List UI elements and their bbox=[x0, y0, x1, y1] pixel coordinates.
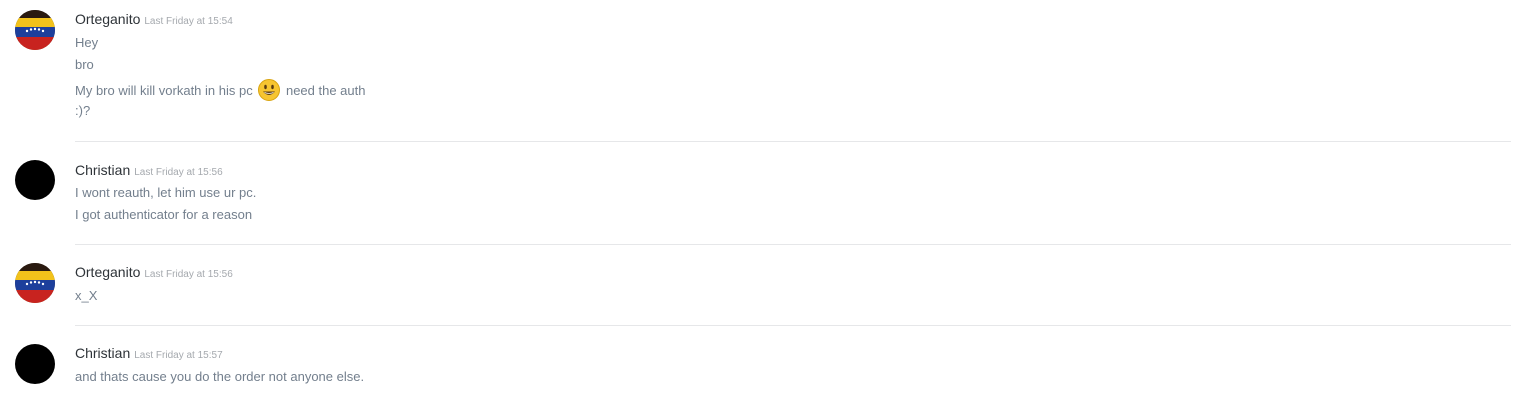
message-header: Orteganito Last Friday at 15:56 bbox=[75, 264, 233, 282]
message-header: Orteganito Last Friday at 15:54 bbox=[75, 11, 233, 29]
message-divider bbox=[75, 141, 1511, 142]
flag-face-avatar-image bbox=[15, 10, 55, 50]
message-header: Christian Last Friday at 15:57 bbox=[75, 345, 223, 363]
message-text-after: need the auth bbox=[285, 83, 366, 98]
message-text: I got authenticator for a reason bbox=[75, 207, 253, 222]
chat-messages: Orteganito Last Friday at 15:54 Hey bro M… bbox=[0, 0, 1513, 403]
message-text: x_X bbox=[75, 288, 98, 303]
timestamp: Last Friday at 15:56 bbox=[134, 167, 223, 178]
smiley-emoji-icon bbox=[258, 79, 281, 101]
message-text: I wont reauth, let him use ur pc. bbox=[75, 185, 257, 200]
avatar[interactable] bbox=[15, 10, 55, 50]
username[interactable]: Orteganito bbox=[75, 264, 140, 280]
message-divider bbox=[75, 325, 1511, 326]
message-header: Christian Last Friday at 15:56 bbox=[75, 162, 223, 180]
avatar[interactable] bbox=[15, 160, 55, 200]
timestamp: Last Friday at 15:57 bbox=[134, 350, 223, 361]
avatar[interactable] bbox=[15, 344, 55, 384]
message-text: :)? bbox=[75, 103, 91, 118]
flag-face-avatar-image bbox=[15, 263, 55, 303]
message-text: Hey bbox=[75, 35, 99, 50]
avatar[interactable] bbox=[15, 263, 55, 303]
username[interactable]: Orteganito bbox=[75, 11, 140, 27]
timestamp: Last Friday at 15:54 bbox=[144, 16, 233, 27]
message-divider bbox=[75, 244, 1511, 245]
message-text-before: My bro will kill vorkath in his pc bbox=[75, 83, 253, 98]
username[interactable]: Christian bbox=[75, 345, 130, 361]
timestamp: Last Friday at 15:56 bbox=[144, 269, 233, 280]
message-text: My bro will kill vorkath in his pc need … bbox=[75, 79, 366, 101]
message-text: and thats cause you do the order not any… bbox=[75, 369, 365, 384]
username[interactable]: Christian bbox=[75, 162, 130, 178]
message-text: bro bbox=[75, 57, 94, 72]
